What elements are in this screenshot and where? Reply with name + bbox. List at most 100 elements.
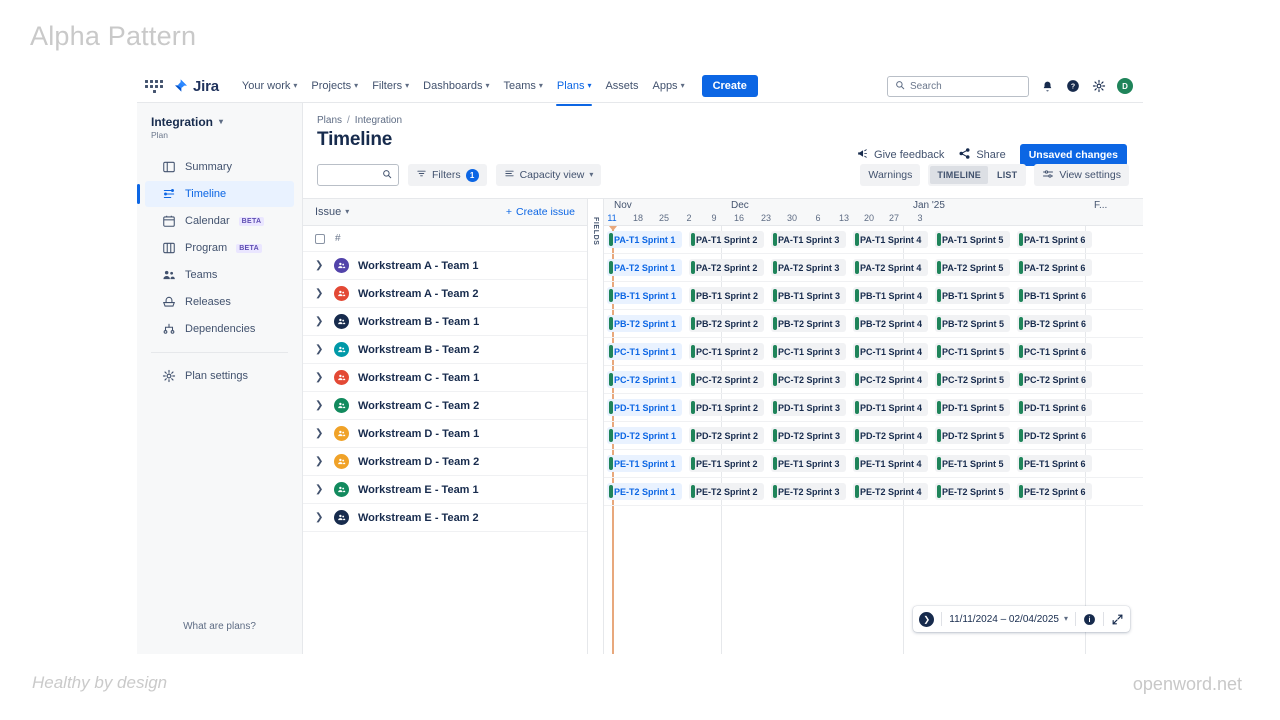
issue-row[interactable]: ❯ Workstream B - Team 1 [303,308,587,336]
nav-item-filters[interactable]: Filters ▾ [365,75,416,97]
filters-button[interactable]: Filters 1 [408,164,487,186]
global-search-input[interactable]: Search [887,75,1029,97]
sprint-bar[interactable]: PC-T2 Sprint 6 [1017,371,1092,388]
sprint-bar[interactable]: PD-T1 Sprint 1 [607,399,682,416]
sprint-bar[interactable]: PE-T1 Sprint 6 [1017,455,1092,472]
sprint-bar[interactable]: PB-T1 Sprint 6 [1017,287,1092,304]
issue-row[interactable]: ❯ Workstream E - Team 1 [303,476,587,504]
plan-switcher[interactable]: Integration ▾ [151,115,290,129]
sprint-bar[interactable]: PA-T1 Sprint 6 [1017,231,1092,248]
expand-icon[interactable] [1111,613,1124,626]
view-settings-button[interactable]: View settings [1034,164,1129,186]
timeline-search-input[interactable] [317,164,399,186]
expand-chevron-icon[interactable]: ❯ [315,484,325,495]
sprint-bar[interactable]: PC-T1 Sprint 4 [853,343,928,360]
sprint-bar[interactable]: PA-T2 Sprint 6 [1017,259,1092,276]
sprint-bar[interactable]: PD-T2 Sprint 4 [853,427,928,444]
sprint-bar[interactable]: PB-T2 Sprint 6 [1017,315,1092,332]
breadcrumb-integration[interactable]: Integration [355,115,402,126]
chevron-right-icon[interactable]: ❯ [919,611,935,627]
create-issue-button[interactable]: + Create issue [506,206,575,218]
warnings-button[interactable]: Warnings [860,164,921,186]
sprint-bar[interactable]: PC-T1 Sprint 2 [689,343,764,360]
app-switcher-icon[interactable] [145,77,163,95]
nav-item-plans[interactable]: Plans ▾ [550,75,599,106]
expand-chevron-icon[interactable]: ❯ [315,512,325,523]
issue-row[interactable]: ❯ Workstream D - Team 2 [303,448,587,476]
sprint-bar[interactable]: PD-T2 Sprint 5 [935,427,1010,444]
sidebar-item-timeline[interactable]: Timeline [137,181,294,207]
expand-chevron-icon[interactable]: ❯ [315,344,325,355]
sprint-bar[interactable]: PE-T2 Sprint 3 [771,483,846,500]
sprint-bar[interactable]: PD-T1 Sprint 3 [771,399,846,416]
expand-chevron-icon[interactable]: ❯ [315,260,325,271]
nav-item-assets[interactable]: Assets [598,75,645,97]
sprint-bar[interactable]: PE-T2 Sprint 6 [1017,483,1092,500]
sprint-bar[interactable]: PD-T2 Sprint 6 [1017,427,1092,444]
nav-item-teams[interactable]: Teams ▾ [497,75,550,97]
nav-item-dashboards[interactable]: Dashboards ▾ [416,75,496,97]
sprint-bar[interactable]: PE-T2 Sprint 4 [853,483,928,500]
sprint-bar[interactable]: PA-T1 Sprint 3 [771,231,846,248]
issue-row[interactable]: ❯ Workstream B - Team 2 [303,336,587,364]
issue-column-dropdown[interactable]: Issue ▾ [315,206,349,218]
sprint-bar[interactable]: PE-T1 Sprint 2 [689,455,764,472]
sprint-bar[interactable]: PA-T1 Sprint 5 [935,231,1010,248]
sprint-bar[interactable]: PA-T2 Sprint 2 [689,259,764,276]
view-mode-list[interactable]: LIST [990,166,1024,184]
sprint-bar[interactable]: PA-T1 Sprint 2 [689,231,764,248]
sprint-bar[interactable]: PA-T2 Sprint 4 [853,259,928,276]
expand-chevron-icon[interactable]: ❯ [315,288,325,299]
date-range-dropdown[interactable]: 11/11/2024 – 02/04/2025 ▾ [949,614,1068,625]
fields-strip[interactable]: FIELDS [588,199,604,654]
nav-item-apps[interactable]: Apps ▾ [645,75,691,97]
issue-row[interactable]: ❯ Workstream E - Team 2 [303,504,587,532]
issue-row[interactable]: ❯ Workstream D - Team 1 [303,420,587,448]
sprint-bar[interactable]: PC-T2 Sprint 1 [607,371,682,388]
expand-chevron-icon[interactable]: ❯ [315,428,325,439]
sprint-bar[interactable]: PA-T2 Sprint 3 [771,259,846,276]
sprint-bar[interactable]: PA-T2 Sprint 1 [607,259,682,276]
sprint-bar[interactable]: PD-T1 Sprint 6 [1017,399,1092,416]
notifications-icon[interactable] [1039,78,1055,94]
sprint-bar[interactable]: PE-T2 Sprint 2 [689,483,764,500]
expand-chevron-icon[interactable]: ❯ [315,316,325,327]
sprint-bar[interactable]: PD-T1 Sprint 2 [689,399,764,416]
sprint-bar[interactable]: PD-T1 Sprint 5 [935,399,1010,416]
sprint-bar[interactable]: PC-T1 Sprint 3 [771,343,846,360]
sidebar-item-plan-settings[interactable]: Plan settings [145,363,294,389]
select-all-checkbox[interactable] [315,233,325,244]
sidebar-item-releases[interactable]: Releases [145,289,294,315]
create-button[interactable]: Create [701,75,758,97]
sprint-bar[interactable]: PB-T2 Sprint 2 [689,315,764,332]
sidebar-item-teams[interactable]: Teams [145,262,294,288]
jira-logo[interactable]: Jira [173,78,219,95]
sprint-bar[interactable]: PB-T1 Sprint 4 [853,287,928,304]
sidebar-item-calendar[interactable]: Calendar BETA [145,208,294,234]
sprint-bar[interactable]: PE-T1 Sprint 1 [607,455,682,472]
sprint-bar[interactable]: PB-T2 Sprint 3 [771,315,846,332]
info-icon[interactable]: i [1083,613,1096,626]
user-avatar[interactable]: D [1117,78,1133,94]
nav-item-your-work[interactable]: Your work ▾ [235,75,305,97]
sprint-bar[interactable]: PC-T2 Sprint 2 [689,371,764,388]
sprint-bar[interactable]: PE-T1 Sprint 5 [935,455,1010,472]
expand-chevron-icon[interactable]: ❯ [315,400,325,411]
gear-icon[interactable] [1091,78,1107,94]
expand-chevron-icon[interactable]: ❯ [315,456,325,467]
view-mode-timeline[interactable]: TIMELINE [930,166,988,184]
sprint-bar[interactable]: PC-T1 Sprint 6 [1017,343,1092,360]
sprint-bar[interactable]: PE-T1 Sprint 3 [771,455,846,472]
capacity-view-dropdown[interactable]: Capacity view ▾ [495,164,602,186]
sprint-bar[interactable]: PA-T1 Sprint 1 [607,231,682,248]
sprint-bar[interactable]: PE-T2 Sprint 1 [607,483,682,500]
what-are-plans-link[interactable]: What are plans? [137,621,302,632]
sprint-bar[interactable]: PC-T1 Sprint 1 [607,343,682,360]
sprint-bar[interactable]: PB-T1 Sprint 1 [607,287,682,304]
sprint-bar[interactable]: PB-T1 Sprint 2 [689,287,764,304]
issue-row[interactable]: ❯ Workstream C - Team 2 [303,392,587,420]
issue-row[interactable]: ❯ Workstream A - Team 2 [303,280,587,308]
sprint-bar[interactable]: PC-T2 Sprint 3 [771,371,846,388]
sprint-bar[interactable]: PD-T1 Sprint 4 [853,399,928,416]
sprint-bar[interactable]: PE-T2 Sprint 5 [935,483,1010,500]
